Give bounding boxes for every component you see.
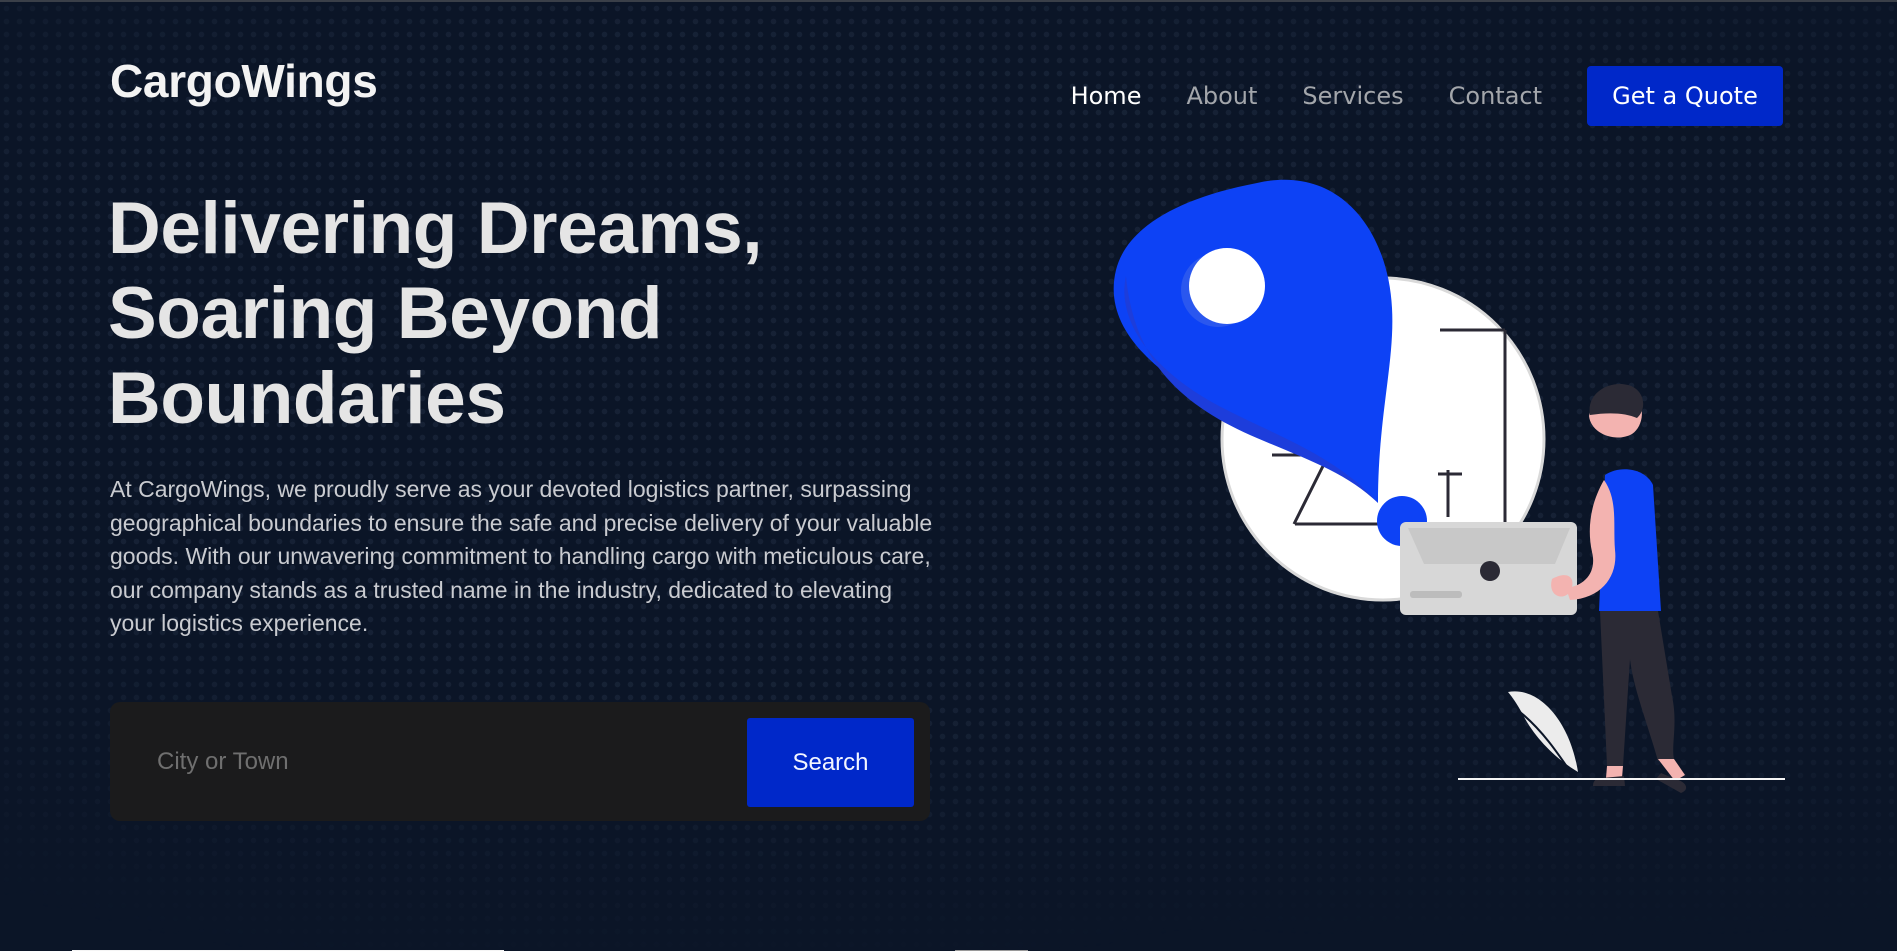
get-a-quote-button[interactable]: Get a Quote [1587,66,1783,126]
package-box-icon [1400,522,1577,615]
delivery-person-figure [1551,383,1687,793]
search-button[interactable]: Search [747,718,914,807]
main-navigation: Home About Services Contact Get a Quote [1026,66,1783,126]
plant-leaf-icon [1508,691,1578,775]
hero-title-line-2: Soaring Beyond [108,273,663,354]
landing-page: CargoWings Home About Services Contact G… [0,0,1897,951]
nav-contact-link[interactable]: Contact [1449,82,1542,110]
city-town-input[interactable] [155,737,659,787]
hero-title-line-1: Delivering Dreams, [108,188,763,269]
nav-services-link[interactable]: Services [1302,82,1403,110]
brand-logo[interactable]: CargoWings [110,54,378,108]
hero-title-line-3: Boundaries [108,358,506,439]
nav-about-link[interactable]: About [1186,82,1257,110]
delivery-location-illustration [1113,179,1785,793]
hero-description: At CargoWings, we proudly serve as your … [110,476,933,636]
location-search-form: Search [110,702,930,821]
nav-home-link[interactable]: Home [1071,82,1142,110]
hero-title: Delivering Dreams, Soaring Beyond Bounda… [108,186,808,441]
